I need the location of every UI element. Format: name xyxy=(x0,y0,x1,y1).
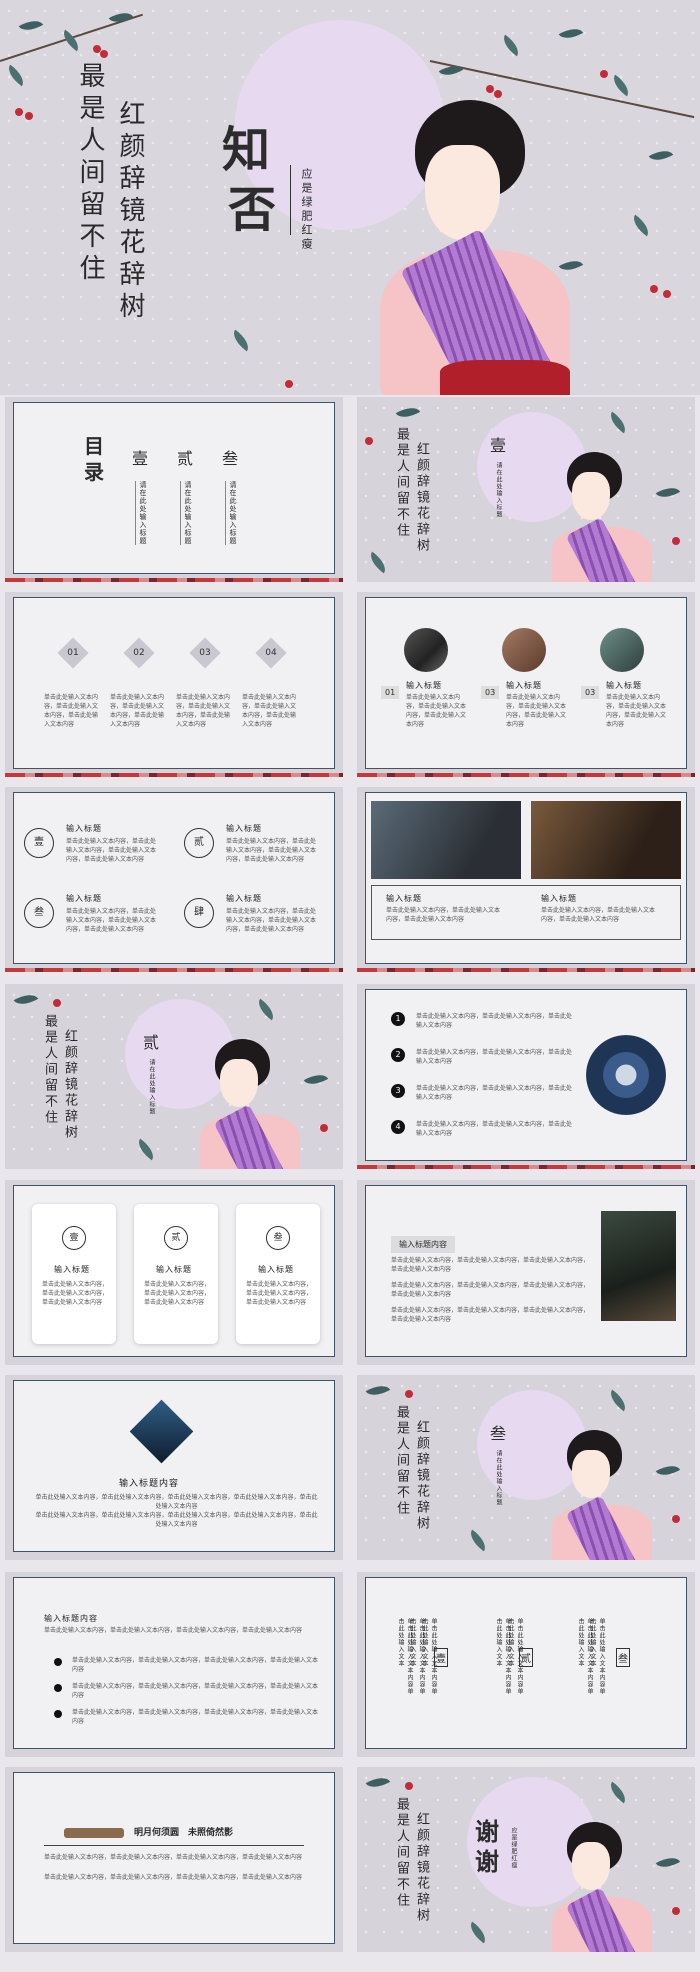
closing-text-slide: 明月何须圆 未照倚然影 单击此处输入文本内容，单击此处输入文本内容，单击此处输入… xyxy=(5,1767,343,1952)
subtitle: 应是绿肥红瘦 xyxy=(300,168,313,252)
diamond-image xyxy=(129,1399,194,1464)
toc-item-2-desc: 请在此处输入标题 xyxy=(180,481,193,545)
thanks-subtitle: 应是绿肥红瘦 xyxy=(510,1827,517,1869)
circle-2: 贰 xyxy=(184,828,214,858)
scroll-illustration xyxy=(64,1828,124,1838)
section-num: 壹 xyxy=(490,436,507,455)
plant-photo xyxy=(601,1211,676,1321)
thanks-char-2: 谢 xyxy=(475,1847,499,1876)
section-3-slide: 最是人间留不住 红颜辞镜花辞树 叁 请在此处输入标题 xyxy=(357,1375,695,1560)
white-cards-slide: 壹 贰 叁 输入标题 输入标题 输入标题 单击此处输入文本内容，单击此处输入文本… xyxy=(5,1180,343,1365)
closing-title: 明月何须圆 未照倚然影 xyxy=(134,1828,234,1838)
circle-4: 肆 xyxy=(184,898,214,928)
list-slide: 1 单击此处输入文本内容，单击此处输入文本内容，单击此处输入文本内容 2 单击此… xyxy=(357,984,695,1169)
section-1-slide: 最是人间留不住 红颜辞镜花辞树 壹 请在此处输入标题 xyxy=(357,397,695,582)
poem-right: 红颜辞镜花辞树 xyxy=(115,100,145,324)
numbers-slide: 01 02 03 04 单击此处输入文本内容，单击此处输入文本内容，单击此处输入… xyxy=(5,592,343,777)
section-desc: 请在此处输入标题 xyxy=(495,462,502,518)
number-03: 03 xyxy=(199,648,211,658)
bullet-slide: 输入标题内容 单击此处输入文本内容，单击此处输入文本内容，单击此处输入文本内容，… xyxy=(5,1572,343,1757)
number-01: 01 xyxy=(67,648,79,658)
title-char-2: 否 xyxy=(228,182,277,238)
toc-item-1-num: 壹 xyxy=(132,449,149,468)
photo-tea xyxy=(531,801,681,879)
toc-slide: 目录 壹 贰 叁 请在此处输入标题 请在此处输入标题 请在此处输入标题 xyxy=(5,397,343,582)
vertical-columns-slide: 单击此处输入文本内容单击此处输入文本 单击此处输入文本内容单击此处输入文本 单击… xyxy=(357,1572,695,1757)
section-num: 叁 xyxy=(490,1424,507,1443)
toc-item-1-desc: 请在此处输入标题 xyxy=(135,481,148,545)
poem-left: 最是人间留不住 xyxy=(75,62,105,286)
title-divider xyxy=(290,165,291,235)
section-2-slide: 最是人间留不住 红颜辞镜花辞树 贰 请在此处输入标题 xyxy=(5,984,343,1169)
two-photos-slide: 输入标题 单击此处输入文本内容，单击此处输入文本内容，单击此处输入文本内容 输入… xyxy=(357,787,695,972)
thanks-slide: 最是人间留不住 红颜辞镜花辞树 谢 谢 应是绿肥红瘦 xyxy=(357,1767,695,1952)
section-desc: 请在此处输入标题 xyxy=(495,1450,502,1506)
photo-ink xyxy=(371,801,521,879)
toc-item-3-num: 叁 xyxy=(222,449,239,468)
toc-item-3-desc: 请在此处输入标题 xyxy=(225,481,238,545)
four-circles-slide: 壹 输入标题 单击此处输入文本内容，单击此处输入文本内容，单击此处输入文本内容，… xyxy=(5,787,343,972)
diamond-slide: 输入标题内容 单击此处输入文本内容，单击此处输入文本内容，单击此处输入文本内容，… xyxy=(5,1375,343,1560)
number-04: 04 xyxy=(265,648,277,658)
title-slide: 最是人间留不住 红颜辞镜花辞树 知 否 应是绿肥红瘦 xyxy=(0,0,700,395)
content-photo-slide: 输入标题内容 单击此处输入文本内容，单击此处输入文本内容，单击此处输入文本内容，… xyxy=(357,1180,695,1365)
embroidery-image xyxy=(586,1035,666,1115)
toc-title: 目录 xyxy=(84,434,104,484)
photo-circle-1 xyxy=(404,628,448,672)
circle-1: 壹 xyxy=(24,828,54,858)
photo-circles-slide: 01 输入标题 单击此处输入文本内容，单击此处输入文本内容，单击此处输入文本内容… xyxy=(357,592,695,777)
section-num: 贰 xyxy=(143,1033,160,1052)
toc-item-2-num: 贰 xyxy=(177,449,194,468)
number-02: 02 xyxy=(133,648,145,658)
circle-3: 叁 xyxy=(24,898,54,928)
photo-circle-2 xyxy=(502,628,546,672)
photo-circle-3 xyxy=(600,628,644,672)
section-desc: 请在此处输入标题 xyxy=(148,1059,155,1115)
